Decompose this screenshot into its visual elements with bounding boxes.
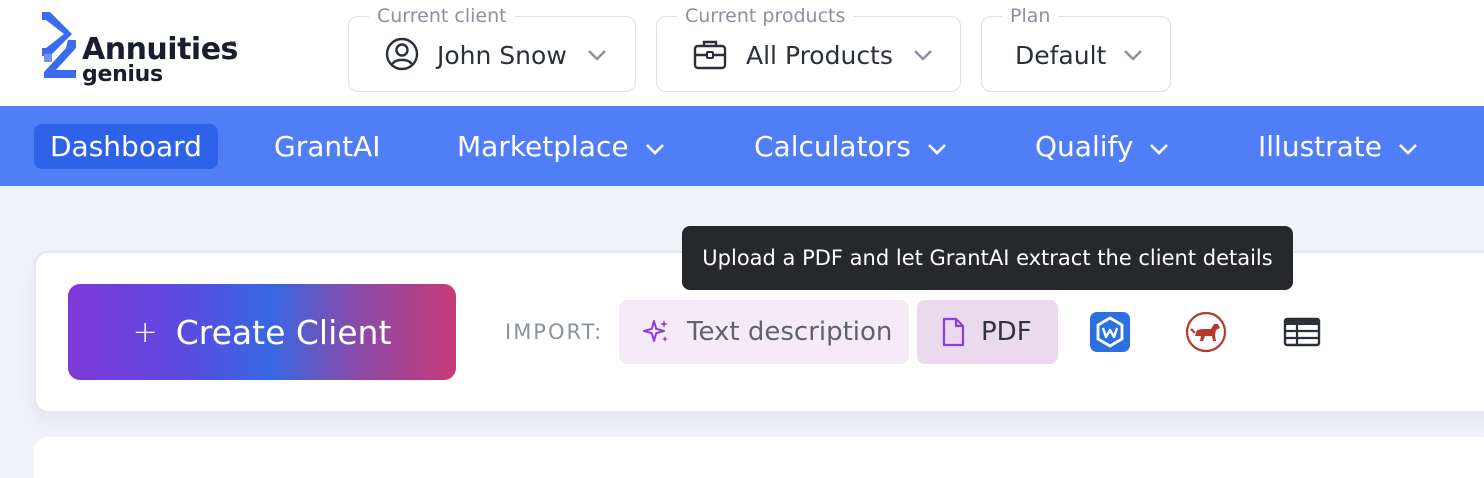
import-pdf-button[interactable]: PDF [917,300,1058,364]
import-label: IMPORT: [505,320,604,344]
nav-grantai-label: GrantAI [274,129,381,163]
nav-calculators-label: Calculators [754,129,911,163]
plus-icon: + [132,314,158,350]
chevron-down-icon [913,47,933,66]
logo-subtext: genius [82,62,163,87]
chevron-down-icon [587,47,607,66]
plan-value: Default [1015,41,1107,70]
chevron-down-icon [1398,130,1418,163]
nav-illustrate-label: Illustrate [1258,129,1383,163]
nav-illustrate[interactable]: Illustrate [1258,106,1418,186]
top-bar: Annuities ™ genius Current client John S… [0,0,1484,106]
create-client-button[interactable]: + Create Client [68,284,456,380]
current-client-value: John Snow [437,41,567,70]
nav-qualify-label: Qualify [1035,129,1134,163]
current-client-select[interactable]: Current client John Snow [348,6,636,92]
chevron-down-icon [1123,47,1143,66]
nav-dashboard[interactable]: Dashboard [34,106,218,186]
current-client-legend: Current client [369,6,515,26]
nav-marketplace-label: Marketplace [457,129,629,163]
nav-qualify[interactable]: Qualify [1035,106,1169,186]
annuities-genius-logo[interactable]: Annuities ™ genius [38,10,278,90]
pdf-upload-tooltip: Upload a PDF and let GrantAI extract the… [682,226,1293,290]
document-icon [941,317,965,347]
pdf-label: PDF [981,317,1032,347]
chevron-down-icon [645,130,665,163]
create-client-label: Create Client [175,312,392,352]
chevron-down-icon [927,130,947,163]
briefcase-icon [693,37,727,75]
spreadsheet-import-icon[interactable] [1281,311,1323,353]
user-circle-icon [385,37,419,75]
main-nav: Dashboard GrantAI Marketplace Calculator… [0,106,1484,186]
current-products-legend: Current products [677,6,854,26]
nav-dashboard-label: Dashboard [34,123,218,169]
import-text-description-button[interactable]: Text description [619,300,909,364]
trademark-symbol: ™ [229,40,237,49]
chevron-down-icon [1149,130,1169,163]
content-card [34,437,1484,478]
current-products-select[interactable]: Current products All Products [656,6,961,92]
redtail-import-icon[interactable] [1185,311,1227,353]
logo-mark-icon [42,12,76,78]
wealthbox-import-icon[interactable] [1089,311,1131,353]
plan-legend: Plan [1002,6,1059,26]
nav-grantai[interactable]: GrantAI [274,106,381,186]
sparkles-icon [643,318,671,346]
nav-calculators[interactable]: Calculators [754,106,947,186]
nav-marketplace[interactable]: Marketplace [457,106,665,186]
current-products-value: All Products [746,41,893,70]
plan-select[interactable]: Plan Default [981,6,1171,92]
text-description-label: Text description [687,317,893,347]
